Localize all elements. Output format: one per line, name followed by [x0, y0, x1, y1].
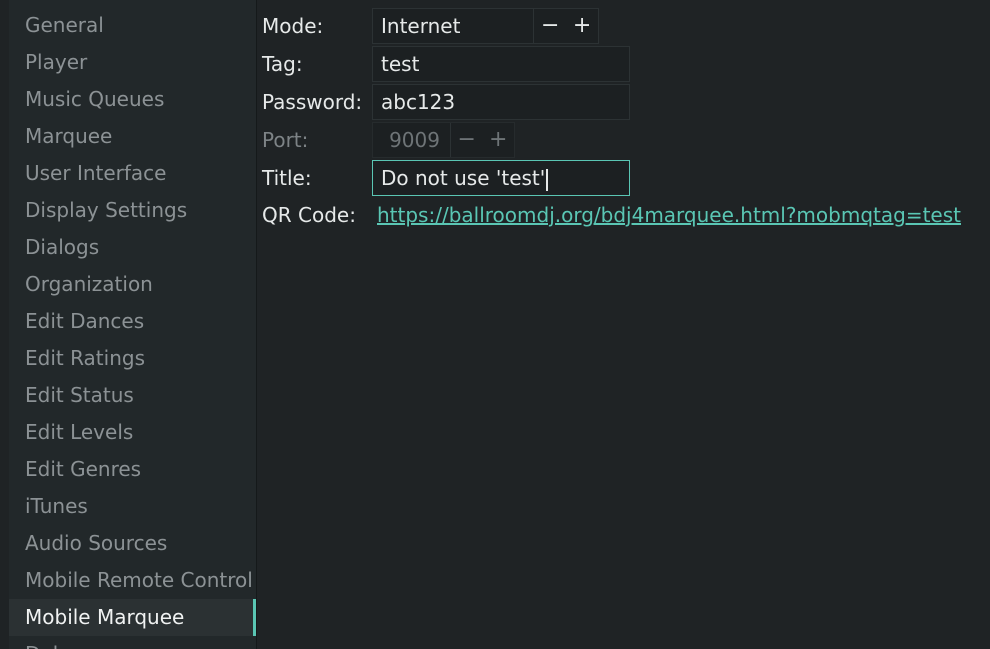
- text-cursor: [546, 168, 549, 191]
- sidebar-item-general[interactable]: General: [9, 7, 253, 44]
- mode-spinbox[interactable]: Internet − +: [372, 8, 599, 44]
- sidebar-item-audio-sources[interactable]: Audio Sources: [9, 525, 253, 562]
- sidebar-item-edit-genres[interactable]: Edit Genres: [9, 451, 253, 488]
- title-input[interactable]: Do not use 'test': [372, 160, 630, 196]
- sidebar-item-mobile-marquee[interactable]: Mobile Marquee: [9, 599, 256, 636]
- sidebar-item-edit-status[interactable]: Edit Status: [9, 377, 253, 414]
- sidebar-item-itunes[interactable]: iTunes: [9, 488, 253, 525]
- sidebar-item-music-queues[interactable]: Music Queues: [9, 81, 253, 118]
- port-increment-button[interactable]: +: [482, 123, 514, 157]
- title-label: Title:: [262, 166, 312, 190]
- sidebar-item-marquee[interactable]: Marquee: [9, 118, 253, 155]
- port-value: 9009: [373, 123, 451, 157]
- title-input-text: Do not use 'test': [381, 166, 546, 190]
- sidebar-item-mobile-remote-control[interactable]: Mobile Remote Control: [9, 562, 253, 599]
- settings-sidebar: General Player Music Queues Marquee User…: [9, 0, 256, 649]
- port-spinbox[interactable]: 9009 − +: [372, 122, 515, 158]
- tag-label: Tag:: [262, 52, 303, 76]
- sidebar-item-player[interactable]: Player: [9, 44, 253, 81]
- port-label: Port:: [262, 128, 309, 152]
- settings-window: General Player Music Queues Marquee User…: [0, 0, 990, 649]
- sidebar-item-user-interface[interactable]: User Interface: [9, 155, 253, 192]
- port-decrement-button[interactable]: −: [451, 123, 483, 157]
- mode-label: Mode:: [262, 14, 324, 38]
- password-label: Password:: [262, 90, 363, 114]
- qr-code-link[interactable]: https://ballroomdj.org/bdj4marquee.html?…: [377, 203, 961, 227]
- sidebar-item-edit-ratings[interactable]: Edit Ratings: [9, 340, 253, 377]
- sidebar-item-display-settings[interactable]: Display Settings: [9, 192, 253, 229]
- tag-input[interactable]: test: [372, 46, 630, 82]
- sidebar-item-debug[interactable]: Debug: [9, 636, 253, 649]
- password-input[interactable]: abc123: [372, 84, 630, 120]
- mode-value: Internet: [373, 9, 535, 43]
- sidebar-item-dialogs[interactable]: Dialogs: [9, 229, 253, 266]
- mode-decrement-button[interactable]: −: [534, 9, 566, 43]
- sidebar-item-organization[interactable]: Organization: [9, 266, 253, 303]
- pane-divider: [256, 0, 257, 649]
- sidebar-item-edit-levels[interactable]: Edit Levels: [9, 414, 253, 451]
- qr-code-label: QR Code:: [262, 203, 356, 227]
- sidebar-item-edit-dances[interactable]: Edit Dances: [9, 303, 253, 340]
- mode-increment-button[interactable]: +: [566, 9, 598, 43]
